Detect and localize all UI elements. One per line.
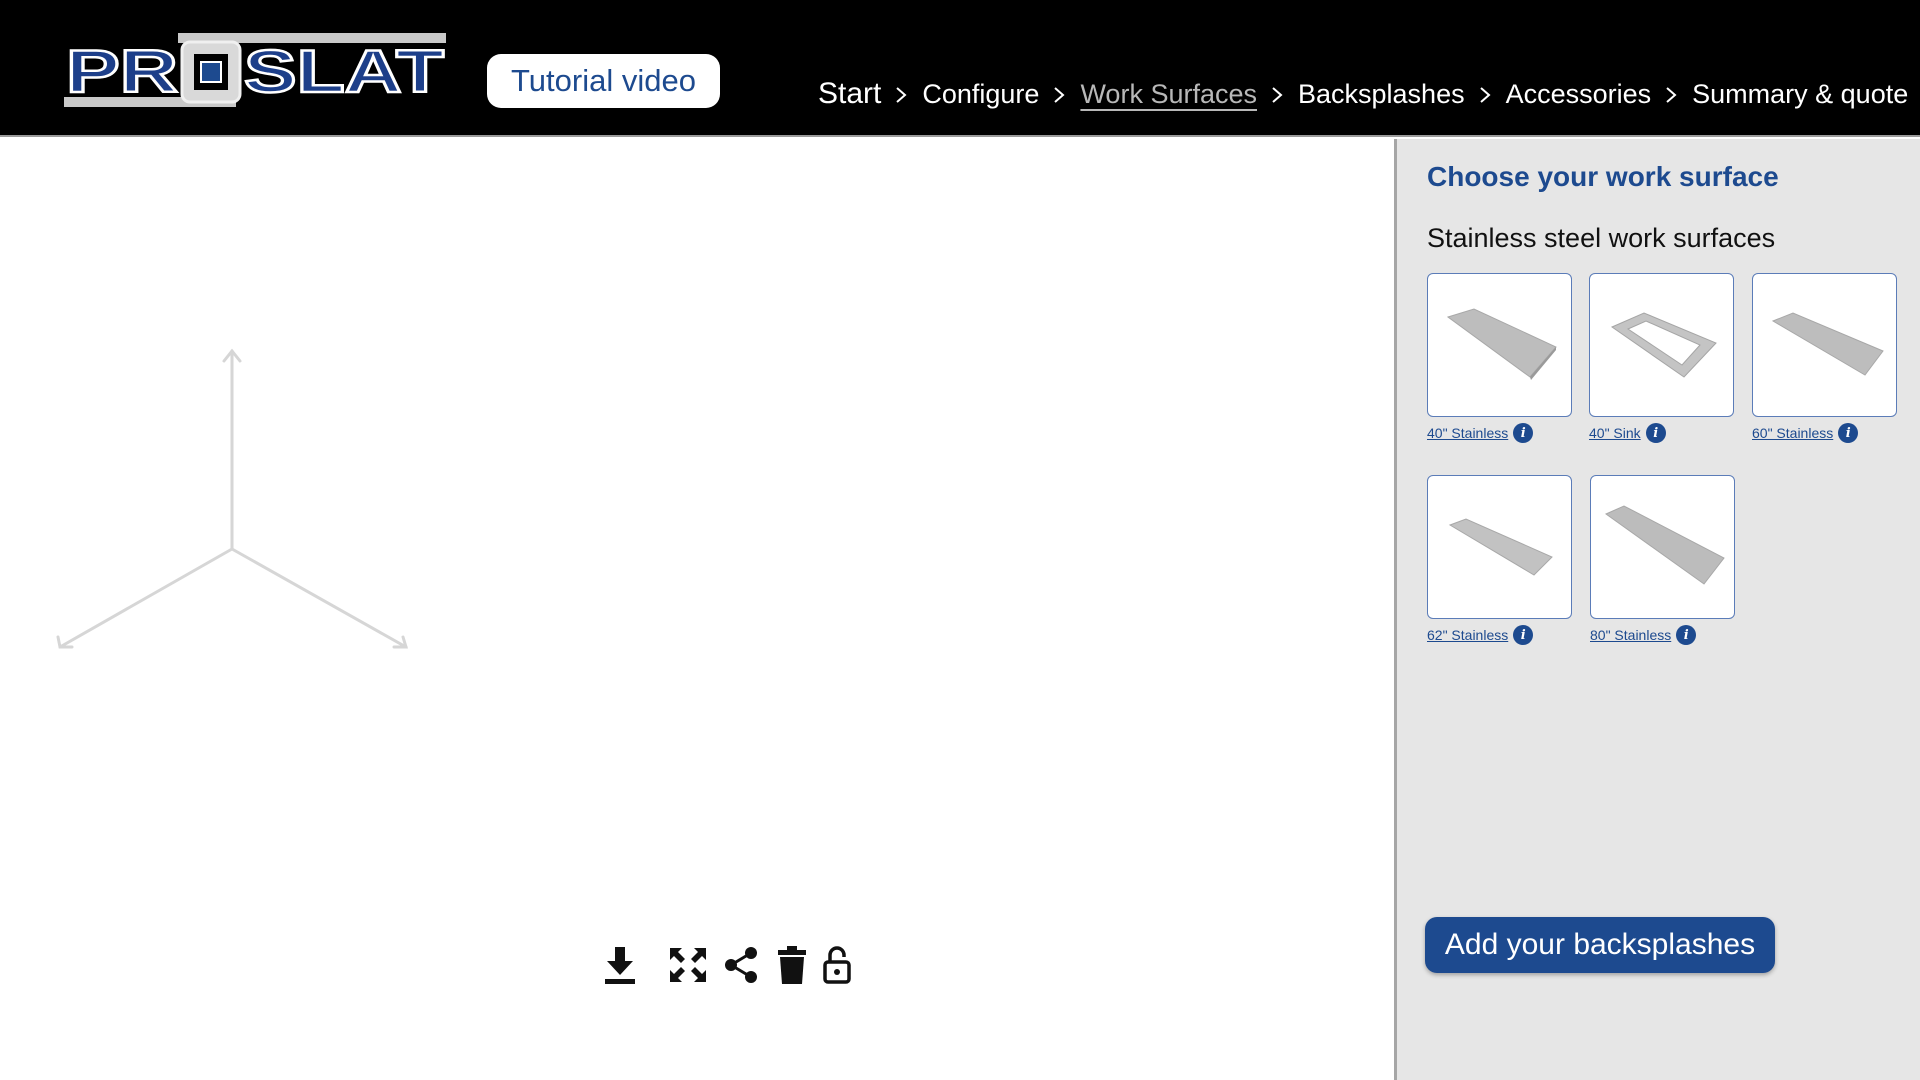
- svg-text:SLAT: SLAT: [244, 38, 444, 105]
- tutorial-video-button[interactable]: Tutorial video: [487, 54, 720, 108]
- panel-title: Choose your work surface: [1427, 161, 1779, 192]
- info-icon[interactable]: i: [1838, 423, 1859, 443]
- fullscreen-icon[interactable]: [657, 942, 719, 988]
- chevron-right-icon: [881, 80, 922, 108]
- surface-thumbnail[interactable]: [1590, 475, 1735, 619]
- surface-link[interactable]: 40" Stainless: [1427, 425, 1508, 441]
- proslat-logo[interactable]: PR SLAT: [64, 30, 448, 110]
- step-summary-quote[interactable]: Summary & quote: [1692, 79, 1908, 110]
- trash-icon[interactable]: [771, 942, 813, 988]
- lock-open-icon[interactable]: [817, 942, 857, 988]
- top-header: PR SLAT Tutorial video Start Configure W…: [0, 0, 1920, 137]
- surface-card-62-stainless: 62" Stainless i: [1427, 475, 1572, 675]
- surface-link[interactable]: 60" Stainless: [1752, 425, 1833, 441]
- surface-link[interactable]: 80" Stainless: [1590, 627, 1671, 643]
- surface-card-40-sink: 40" Sink i: [1589, 273, 1734, 473]
- surface-thumbnail[interactable]: [1427, 273, 1572, 417]
- info-icon[interactable]: i: [1676, 625, 1697, 645]
- step-accessories[interactable]: Accessories: [1506, 79, 1652, 110]
- chevron-right-icon: [1465, 80, 1506, 108]
- step-configure[interactable]: Configure: [922, 79, 1039, 110]
- chevron-right-icon: [1039, 80, 1080, 108]
- chevron-right-icon: [1257, 80, 1298, 108]
- surface-thumbnail[interactable]: [1427, 475, 1572, 619]
- axes-gizmo: [56, 348, 409, 649]
- 3d-viewport[interactable]: [0, 139, 1394, 1080]
- svg-text:PR: PR: [66, 38, 178, 105]
- step-backsplashes[interactable]: Backsplashes: [1298, 79, 1465, 110]
- surface-link[interactable]: 40" Sink: [1589, 425, 1641, 441]
- section-title: Stainless steel work surfaces: [1427, 223, 1776, 253]
- viewport-toolbar: [599, 942, 857, 988]
- surface-thumbnail[interactable]: [1752, 273, 1897, 417]
- step-start[interactable]: Start: [818, 77, 881, 111]
- info-icon[interactable]: i: [1645, 423, 1666, 443]
- surface-link[interactable]: 62" Stainless: [1427, 627, 1508, 643]
- download-icon[interactable]: [599, 942, 641, 988]
- chevron-right-icon: [1651, 80, 1692, 108]
- surface-card-80-stainless: 80" Stainless i: [1590, 475, 1735, 675]
- info-icon[interactable]: i: [1513, 423, 1534, 443]
- info-icon[interactable]: i: [1513, 625, 1534, 645]
- share-icon[interactable]: [719, 942, 763, 988]
- surface-card-60-stainless: 60" Stainless i: [1752, 273, 1897, 473]
- breadcrumb: Start Configure Work Surfaces Backsplash…: [818, 72, 1908, 116]
- surface-card-40-stainless: 40" Stainless i: [1427, 273, 1572, 473]
- work-surface-panel: Choose your work surface Stainless steel…: [1394, 139, 1920, 1080]
- surface-thumbnail[interactable]: [1589, 273, 1734, 417]
- step-work-surfaces[interactable]: Work Surfaces: [1080, 79, 1257, 110]
- add-backsplashes-button[interactable]: Add your backsplashes: [1425, 917, 1775, 973]
